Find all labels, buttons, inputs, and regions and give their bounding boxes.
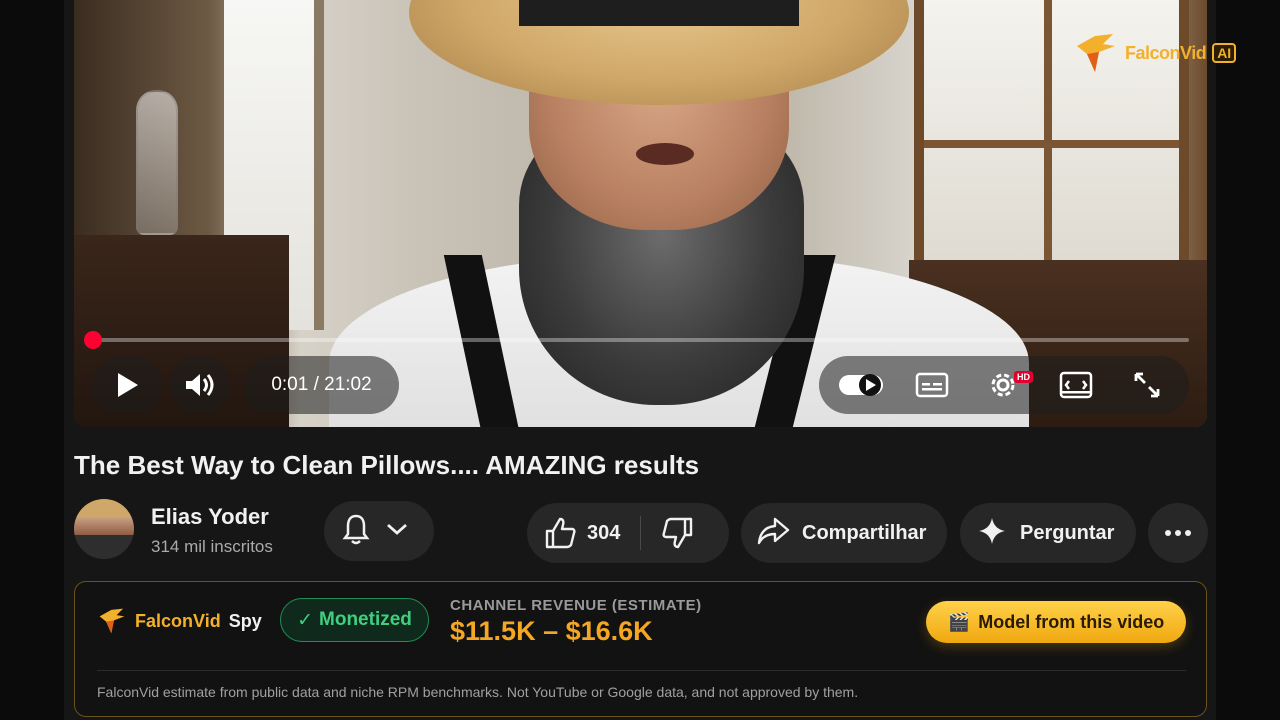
play-button[interactable] bbox=[104, 362, 150, 408]
settings-button[interactable] bbox=[980, 362, 1026, 408]
miniplayer-button[interactable] bbox=[1053, 362, 1099, 408]
miniplayer-icon bbox=[1059, 371, 1093, 399]
volume-icon bbox=[186, 374, 214, 396]
subscribed-notifications-button[interactable] bbox=[324, 501, 434, 561]
clapperboard-icon: 🎬 bbox=[947, 611, 971, 632]
channel-avatar[interactable] bbox=[74, 499, 134, 559]
revenue-label: CHANNEL REVENUE (ESTIMATE) bbox=[450, 597, 702, 614]
fullscreen-icon bbox=[1134, 372, 1160, 398]
spy-disclaimer: FalconVid estimate from public data and … bbox=[97, 684, 859, 700]
more-actions-button[interactable] bbox=[1148, 503, 1208, 563]
autoplay-toggle-icon bbox=[839, 374, 883, 396]
thumbs-up-icon bbox=[545, 517, 576, 549]
thumbs-down-icon bbox=[662, 517, 693, 549]
falcon-logo-icon bbox=[1077, 34, 1115, 72]
share-button[interactable]: Compartilhar bbox=[741, 503, 947, 563]
volume-button[interactable] bbox=[177, 362, 223, 408]
video-frame-hatband bbox=[519, 0, 799, 26]
video-frame-oil-lamp bbox=[136, 90, 178, 235]
progress-bar[interactable] bbox=[92, 338, 1189, 342]
spy-brand-name: FalconVid bbox=[135, 610, 221, 631]
like-count: 304 bbox=[587, 521, 621, 544]
video-player[interactable]: 0:01 / 21:02 HD bbox=[74, 0, 1207, 427]
play-icon bbox=[118, 373, 138, 397]
checkmark-icon: ✓ bbox=[297, 609, 314, 631]
share-label: Compartilhar bbox=[802, 521, 927, 544]
brand-ai-badge: AI bbox=[1212, 43, 1237, 63]
spy-divider bbox=[97, 670, 1186, 671]
brand-name: FalconVid bbox=[1125, 42, 1207, 63]
dislike-button[interactable] bbox=[641, 503, 695, 563]
ask-button[interactable]: Perguntar bbox=[960, 503, 1136, 563]
ask-label: Perguntar bbox=[1020, 521, 1115, 544]
channel-subscriber-count: 314 mil inscritos bbox=[151, 537, 273, 556]
time-display-text: 0:01 / 21:02 bbox=[271, 374, 372, 395]
more-horizontal-icon bbox=[1165, 530, 1191, 536]
falconvid-logo: FalconVid AI bbox=[1073, 30, 1237, 76]
progress-scrubber-handle[interactable] bbox=[84, 331, 102, 349]
time-display: 0:01 / 21:02 bbox=[244, 356, 399, 414]
spy-brand-suffix: Spy bbox=[228, 610, 262, 631]
monetized-label: Monetized bbox=[319, 609, 412, 630]
captions-icon bbox=[915, 372, 949, 398]
fullscreen-button[interactable] bbox=[1124, 362, 1170, 408]
video-title: The Best Way to Clean Pillows.... AMAZIN… bbox=[74, 450, 700, 480]
falcon-logo-icon bbox=[99, 608, 125, 634]
model-button-label: Model from this video bbox=[978, 611, 1165, 632]
like-button[interactable]: 304 bbox=[527, 503, 620, 563]
monetized-badge: ✓ Monetized bbox=[280, 598, 429, 642]
falconvid-spy-panel: FalconVid Spy ✓ Monetized CHANNEL REVENU… bbox=[74, 581, 1207, 717]
channel-name[interactable]: Elias Yoder bbox=[151, 504, 269, 530]
sparkle-icon bbox=[978, 517, 1006, 550]
chevron-down-icon bbox=[385, 521, 409, 542]
spy-brand: FalconVid Spy bbox=[97, 606, 262, 636]
page-margin-left bbox=[0, 0, 64, 720]
captions-button[interactable] bbox=[909, 362, 955, 408]
video-frame-mouth bbox=[636, 143, 694, 165]
share-icon bbox=[756, 516, 790, 551]
hd-badge: HD bbox=[1014, 371, 1033, 383]
model-from-video-button[interactable]: 🎬 Model from this video bbox=[926, 601, 1186, 643]
revenue-value: $11.5K – $16.6K bbox=[450, 616, 653, 646]
page-margin-right bbox=[1216, 0, 1280, 720]
like-dislike-group: 304 bbox=[527, 503, 729, 563]
bell-icon bbox=[341, 513, 371, 550]
autoplay-toggle[interactable] bbox=[838, 362, 884, 408]
